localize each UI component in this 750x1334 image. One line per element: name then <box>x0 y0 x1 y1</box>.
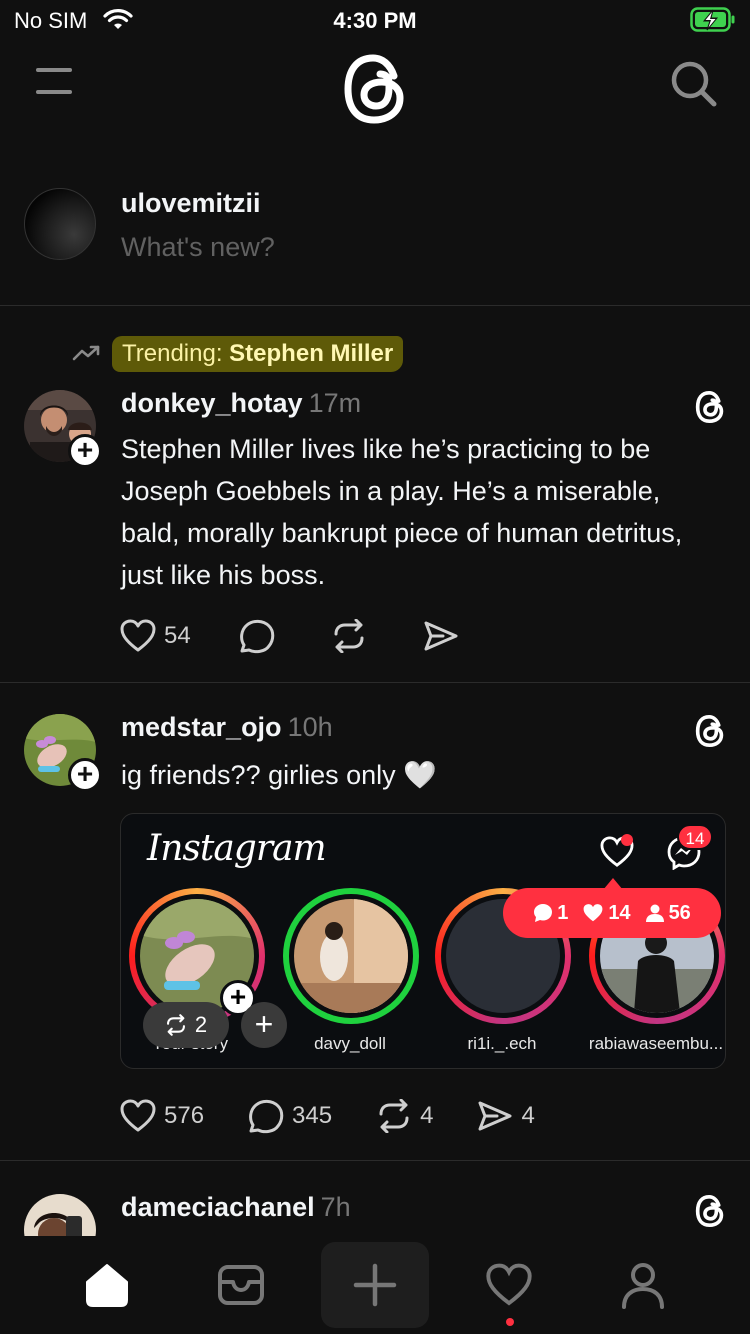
trending-prefix: Trending: <box>122 340 223 367</box>
tab-new-thread[interactable] <box>321 1242 429 1328</box>
comment-icon <box>239 619 274 654</box>
comment-count: 1 <box>557 901 569 924</box>
divider <box>0 1160 750 1161</box>
avatar[interactable] <box>24 1194 96 1236</box>
tab-bar <box>0 1236 750 1334</box>
heart-icon <box>120 619 156 652</box>
tab-profile[interactable] <box>589 1242 697 1328</box>
divider <box>0 305 750 306</box>
heart-icon <box>120 1099 156 1132</box>
search-icon[interactable] <box>670 60 718 113</box>
like-button[interactable]: 576 <box>120 1099 204 1133</box>
comment-icon <box>534 904 553 922</box>
share-button[interactable]: 4 <box>477 1100 535 1132</box>
story-avatar <box>283 888 419 1024</box>
post-text: Stephen Miller lives like he’s practicin… <box>121 434 683 590</box>
post[interactable]: dameciachanel 7h <box>0 1190 750 1236</box>
avatar <box>24 188 96 260</box>
like-count: 576 <box>164 1102 205 1129</box>
story-label: davy_doll <box>314 1034 386 1053</box>
follow-button[interactable]: + <box>68 434 102 468</box>
status-bar: No SIM 4:30 PM <box>0 0 750 42</box>
trending-topic[interactable]: Stephen Miller <box>229 340 393 367</box>
like-button[interactable]: 54 <box>120 619 191 653</box>
repost-icon <box>334 619 364 653</box>
reply-count: 345 <box>292 1102 333 1129</box>
send-icon <box>424 621 458 651</box>
post-author[interactable]: dameciachanel 7h <box>121 1192 351 1223</box>
trending-label[interactable]: Trending: Stephen Miller <box>112 336 404 372</box>
tab-activity[interactable] <box>455 1242 563 1328</box>
instagram-wordmark: Instagram <box>147 828 327 869</box>
reply-button[interactable]: 345 <box>248 1098 332 1134</box>
post-time: 10h <box>287 712 333 742</box>
post-author[interactable]: medstar_ojo 10h <box>121 712 333 743</box>
post-username[interactable]: donkey_hotay <box>121 388 303 418</box>
clock: 4:30 PM <box>333 8 417 33</box>
threads-logo-icon[interactable] <box>340 52 410 131</box>
post-author[interactable]: donkey_hotay 17m <box>121 388 361 419</box>
repost-chip-count: 2 <box>194 1012 208 1037</box>
add-chip: + <box>241 1002 287 1048</box>
story-label: ri1i._.ech <box>467 1034 537 1053</box>
activity-icon <box>486 1263 532 1306</box>
threads-logo-icon[interactable] <box>694 390 726 429</box>
profile-icon <box>622 1263 664 1309</box>
menu-icon[interactable] <box>36 68 74 101</box>
new-thread-icon <box>353 1263 397 1307</box>
battery-charging-icon <box>690 7 736 38</box>
post-username[interactable]: medstar_ojo <box>121 712 282 742</box>
inbox-icon <box>218 1265 264 1305</box>
share-button[interactable] <box>423 620 467 652</box>
threads-logo-icon[interactable] <box>694 1194 726 1233</box>
like-count: 54 <box>164 622 191 649</box>
repost-count: 4 <box>420 1102 434 1129</box>
top-nav <box>0 44 750 134</box>
threads-logo-icon[interactable] <box>694 714 726 753</box>
post[interactable]: + donkey_hotay 17m Stephen Miller lives l… <box>0 388 750 678</box>
dm-badge: 14 <box>677 824 713 850</box>
tab-inbox[interactable] <box>187 1242 295 1328</box>
trending-up-icon <box>72 344 102 367</box>
post-time: 7h <box>320 1192 351 1222</box>
like-count: 14 <box>608 901 631 924</box>
repost-button[interactable] <box>331 619 375 653</box>
compose-username: ulovemitzii <box>121 188 261 218</box>
post-actions: 576 345 4 4 <box>120 1096 583 1136</box>
tab-home[interactable] <box>53 1242 161 1328</box>
follower-count: 56 <box>668 901 691 924</box>
comment-icon <box>249 1099 284 1134</box>
activity-dot <box>506 1318 514 1326</box>
compose-row[interactable]: ulovemitzii What's new? <box>0 184 750 304</box>
person-icon <box>645 904 664 922</box>
follow-button[interactable]: + <box>68 758 102 792</box>
post-time: 17m <box>308 388 362 418</box>
repost-chip: 2 <box>143 1002 229 1048</box>
repost-icon <box>379 1099 409 1133</box>
heart-icon <box>583 904 603 922</box>
reply-button[interactable] <box>239 618 283 654</box>
send-icon <box>478 1101 512 1131</box>
notification-pill: 1 14 56 <box>503 888 721 938</box>
share-count: 4 <box>521 1102 535 1129</box>
home-icon <box>86 1264 128 1307</box>
post-username[interactable]: dameciachanel <box>121 1192 315 1222</box>
compose-input[interactable]: What's new? <box>121 232 275 263</box>
repost-icon <box>166 1014 185 1036</box>
story-label: rabiawaseembu... <box>588 1034 724 1053</box>
post-text: ig friends?? girlies only 🤍 <box>121 760 437 790</box>
post-image[interactable]: Instagram 14 + Your story davy_doll ri1i… <box>120 813 726 1069</box>
divider <box>0 682 750 683</box>
repost-button[interactable]: 4 <box>376 1099 433 1133</box>
post-actions: 54 <box>120 616 515 656</box>
notification-dot <box>621 834 633 846</box>
